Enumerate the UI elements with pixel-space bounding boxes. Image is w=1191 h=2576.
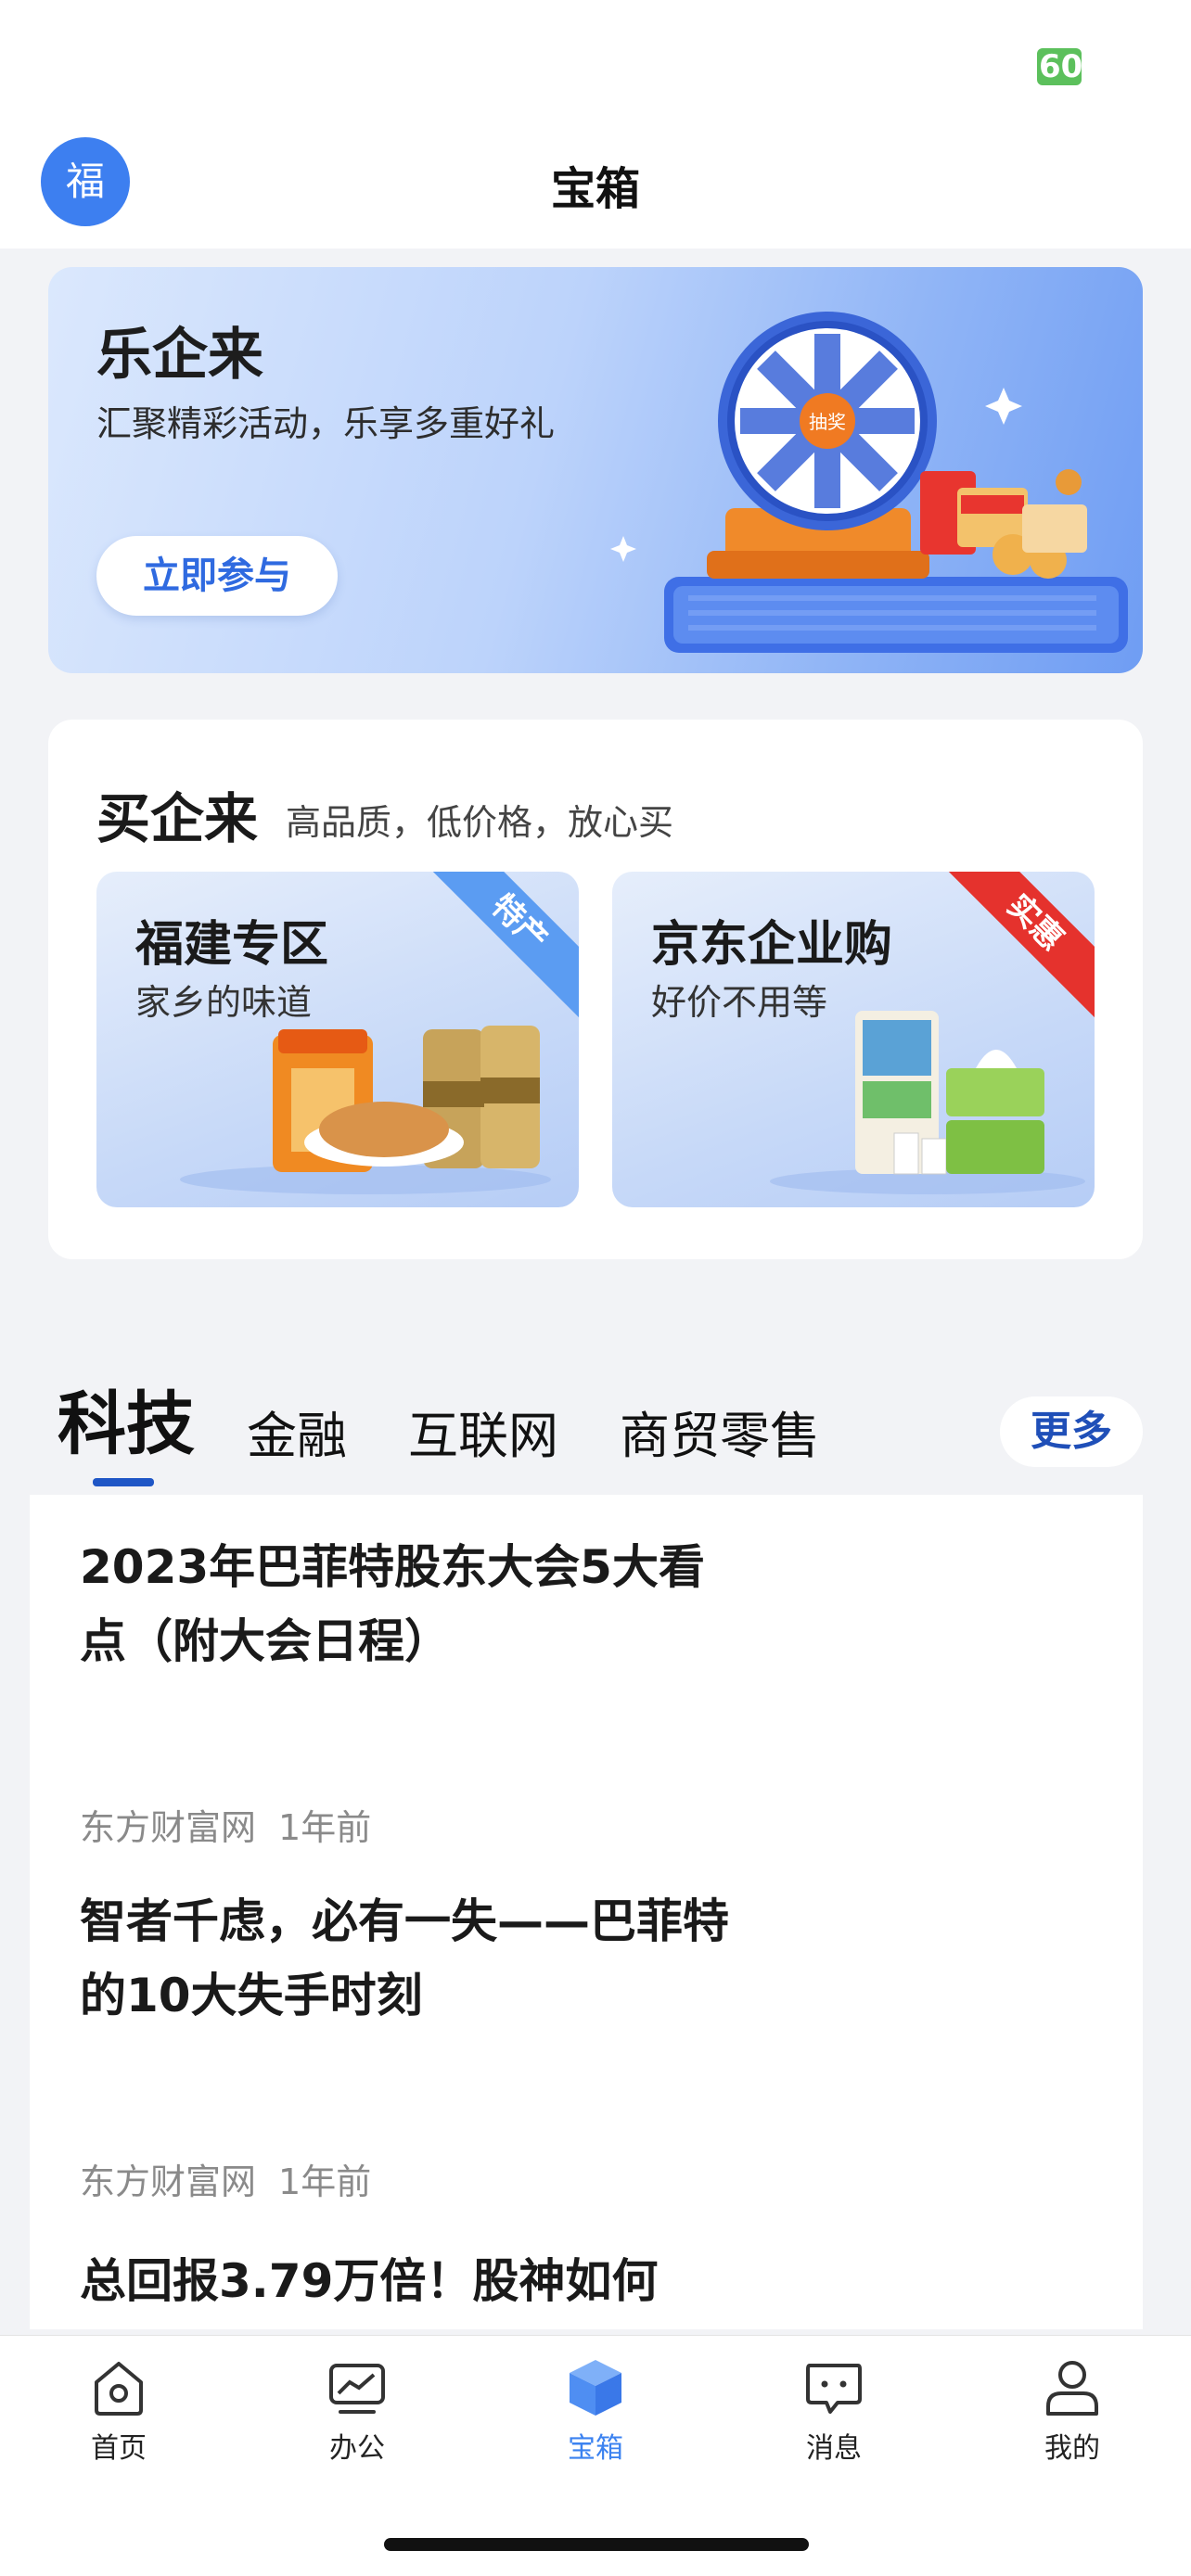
page-title: 宝箱 <box>550 163 640 215</box>
news-item[interactable]: 2023年巴菲特股东大会5大看点（附大会日程） 东方财富网 1年前 <box>80 1530 748 1848</box>
news-title: 智者千虑，必有一失——巴菲特的10大失手时刻 <box>80 1894 729 2022</box>
top-header: 福 宝箱 <box>0 130 1191 249</box>
news-list: 2023年巴菲特股东大会5大看点（附大会日程） 东方财富网 1年前 智者千虑，必有… <box>30 1495 1143 2329</box>
prize-wheel-illustration: 抽奖 <box>610 312 1128 653</box>
nav-profile[interactable]: 我的 <box>998 2356 1146 2466</box>
promo-banner[interactable]: 乐企来 汇聚精彩活动，乐享多重好礼 立即参与 抽奖 <box>48 267 1143 673</box>
message-icon <box>806 2364 862 2414</box>
news-item[interactable]: 总回报3.79万倍！股神如何 <box>80 2244 748 2318</box>
join-now-button[interactable]: 立即参与 <box>96 536 338 616</box>
profile-icon <box>1046 2361 1098 2416</box>
nav-label: 我的 <box>1044 2432 1100 2465</box>
tab-tech[interactable]: 科技 <box>58 1369 195 1468</box>
more-button[interactable]: 更多 <box>1000 1396 1143 1467</box>
banner-subtitle: 汇聚精彩活动，乐享多重好礼 <box>96 403 556 444</box>
treasure-box-icon <box>570 2360 621 2416</box>
nav-office[interactable]: 办公 <box>283 2356 431 2466</box>
news-meta: 东方财富网 1年前 <box>80 2153 371 2204</box>
tile-subtitle: 家乡的味道 <box>135 982 313 1023</box>
news-meta: 东方财富网 1年前 <box>80 1799 371 1850</box>
tile-title: 京东企业购 <box>651 917 893 973</box>
battery-indicator: 60 <box>1037 48 1082 85</box>
nav-label: 宝箱 <box>568 2432 623 2465</box>
news-title: 2023年巴菲特股东大会5大看点（附大会日程） <box>80 1540 705 1668</box>
fujian-zone-card[interactable]: 福建专区 家乡的味道 特产 <box>96 872 579 1207</box>
shop-subtitle: 高品质，低价格，放心买 <box>286 802 674 843</box>
news-time: 1年前 <box>278 2162 372 2202</box>
news-source: 东方财富网 <box>80 2162 257 2202</box>
nav-label: 办公 <box>329 2432 385 2465</box>
status-bar: 60 <box>0 0 1191 130</box>
home-indicator[interactable] <box>384 2538 809 2551</box>
nav-label: 消息 <box>806 2432 862 2465</box>
nav-label: 首页 <box>91 2432 147 2465</box>
news-time: 1年前 <box>278 1807 372 1848</box>
tab-retail[interactable]: 商贸零售 <box>620 1395 820 1468</box>
nav-messages[interactable]: 消息 <box>760 2356 908 2466</box>
tile-title: 福建专区 <box>135 917 329 973</box>
news-title: 总回报3.79万倍！股神如何 <box>80 2254 659 2308</box>
active-tab-indicator <box>93 1478 154 1486</box>
news-item[interactable]: 智者千虑，必有一失——巴菲特的10大失手时刻 东方财富网 1年前 <box>80 1884 748 2202</box>
jd-enterprise-card[interactable]: 京东企业购 好价不用等 实惠 <box>612 872 1095 1207</box>
news-category-tabs: 科技 金融 互联网 商贸零售 更多 <box>0 1363 1191 1493</box>
tile-subtitle: 好价不用等 <box>651 982 828 1023</box>
banner-title: 乐企来 <box>96 323 263 388</box>
shop-section: 买企来 高品质，低价格，放心买 福建专区 家乡的味道 特产 京东企业购 好价不用… <box>48 720 1143 1259</box>
app-screen: 60 福 宝箱 乐企来 汇聚精彩活动，乐享多重好礼 立即参与 抽奖 买企来 高品… <box>0 0 1191 2576</box>
wheel-center-label: 抽奖 <box>809 411 846 433</box>
news-source: 东方财富网 <box>80 1807 257 1848</box>
shop-title: 买企来 <box>96 787 259 850</box>
tab-internet[interactable]: 互联网 <box>408 1395 558 1468</box>
office-chart-icon <box>329 2364 385 2414</box>
home-icon <box>95 2362 143 2416</box>
nav-treasure[interactable]: 宝箱 <box>521 2356 670 2466</box>
nav-home[interactable]: 首页 <box>45 2356 193 2466</box>
tab-finance[interactable]: 金融 <box>247 1395 347 1468</box>
